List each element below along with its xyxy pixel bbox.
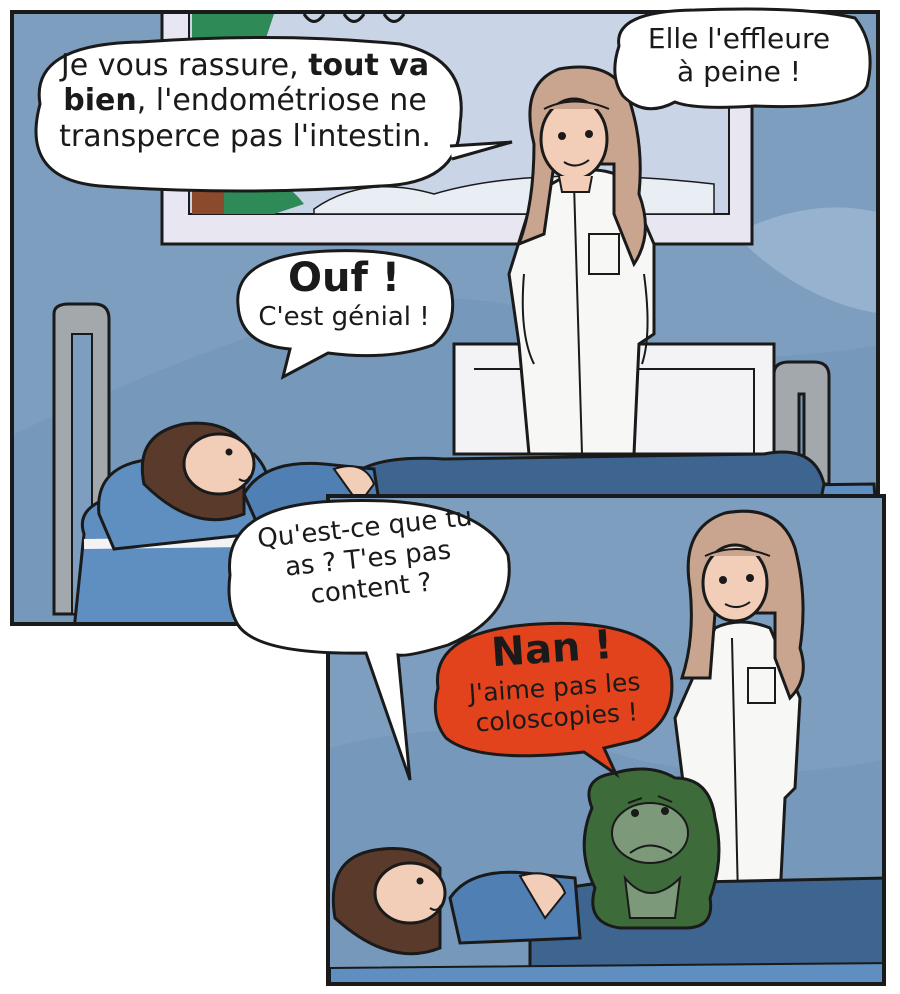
creature-reply-text: Nan ! J'aime pas les coloscopies !	[433, 618, 676, 740]
doctor-speech-text: Je vous rassure, tout va bien, l'endomét…	[40, 48, 450, 154]
narration-bubble: Elle l'effleure à peine !	[605, 6, 873, 112]
reply-exclamation: Ouf !	[287, 255, 401, 301]
doctor-speech-bubble: Je vous rassure, tout va bien, l'endomét…	[20, 34, 513, 194]
speech-text-part: Je vous rassure,	[60, 48, 309, 83]
patient-reply-bubble: Ouf ! C'est génial !	[228, 245, 458, 385]
narration-line: à peine !	[677, 55, 801, 89]
reply-line: C'est génial !	[258, 302, 430, 333]
patient-reply-text: Ouf ! C'est génial !	[238, 255, 450, 333]
narration-text: Elle l'effleure à peine !	[615, 22, 863, 88]
creature-reply-bubble: Nan ! J'aime pas les coloscopies !	[428, 618, 678, 779]
narration-line: Elle l'effleure	[647, 22, 831, 55]
